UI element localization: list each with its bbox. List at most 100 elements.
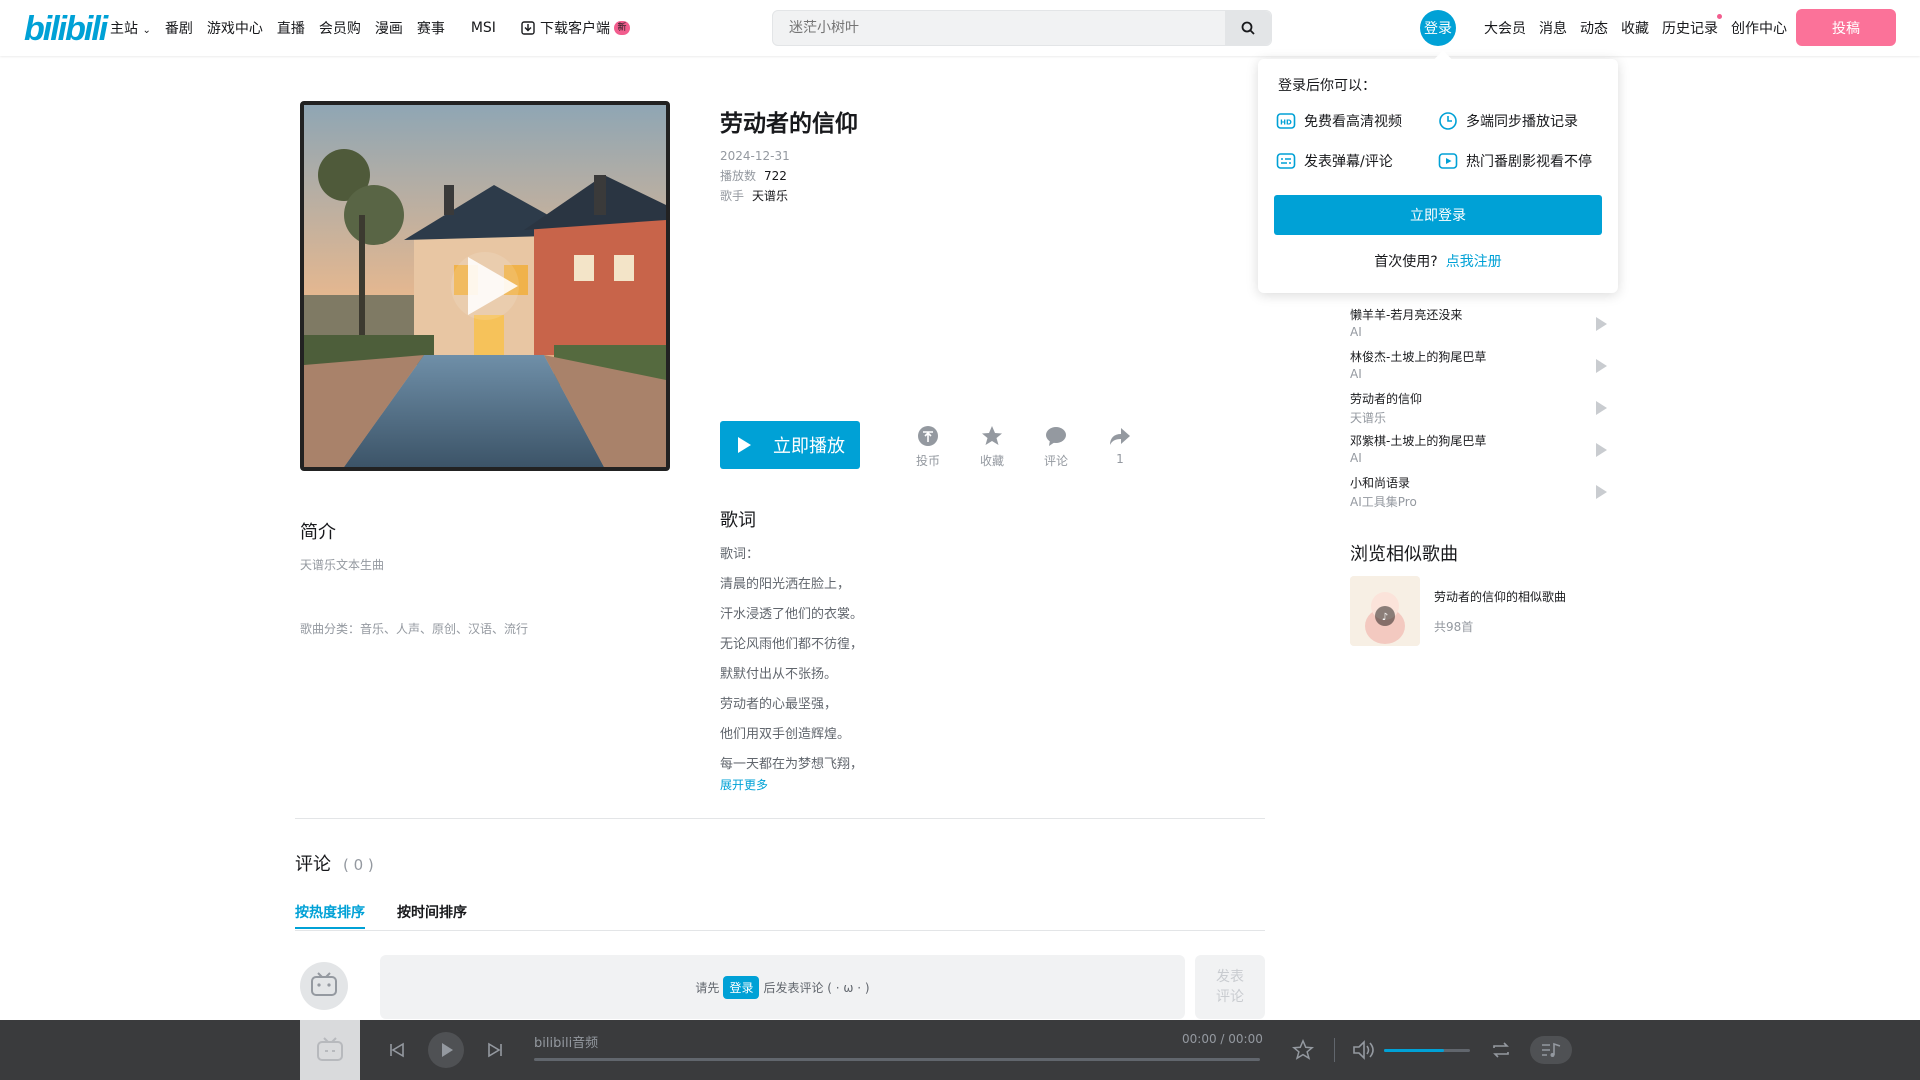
favorite-button[interactable]: 收藏 [960,424,1024,469]
nav-shop[interactable]: 会员购 [319,18,361,38]
comment-icon [1046,427,1066,446]
tab-sort-time[interactable]: 按时间排序 [397,902,467,922]
lyrics-block: 歌词： 清晨的阳光洒在脸上， 汗水浸透了他们的衣裳。 无论风雨他们都不彷徨， 默… [720,540,863,780]
nav-favorites[interactable]: 收藏 [1621,18,1649,38]
share-button[interactable]: 1 [1088,424,1152,469]
progress-bar[interactable] [534,1058,1260,1061]
popup-title: 登录后你可以： [1278,78,1376,94]
playlist-button[interactable] [1530,1020,1572,1080]
star-icon [982,426,1002,445]
next-button[interactable] [486,1020,504,1080]
volume-level [1384,1049,1445,1052]
similar-songs-count: 共98首 [1434,620,1474,634]
upload-button[interactable]: 投稿 [1796,9,1896,46]
cover-artwork [304,105,666,467]
intro-heading: 简介 [300,522,336,543]
register-row: 首次使用? 点我注册 [1374,254,1502,270]
nav-manga[interactable]: 漫画 [375,18,403,38]
nav-main-station[interactable]: 主站 ⌄ [110,18,151,38]
login-avatar[interactable]: 登录 [1420,10,1456,46]
player-thumbnail [300,1020,360,1080]
svg-text:HD: HD [1280,119,1292,127]
comments-heading: 评论( 0 ) [295,854,374,875]
comment-input-box[interactable]: 请先 登录 后发表评论 ( · ω · ) [380,955,1185,1019]
playlist: 懒羊羊-若月亮还没来 AI 林俊杰-土坡上的狗尾巴草 AI 劳动者的信仰 天谱乐 邓紫… [1350,306,1615,516]
comment-count: ( 0 ) [343,856,374,874]
volume-icon [1353,1040,1374,1060]
player-divider [1334,1038,1335,1062]
nav-live[interactable]: 直播 [277,18,305,38]
similar-songs-heading: 浏览相似歌曲 [1350,544,1458,565]
bilibili-logo[interactable]: bilibili [24,10,108,49]
loop-icon [1493,1042,1509,1058]
song-title: 劳动者的信仰 [720,111,858,137]
play-icon [428,1032,464,1068]
bottom-audio-player: bilibili音频 00:00 / 00:00 [0,1020,1920,1080]
feature-hd: HD 免费看高清视频 [1276,111,1402,131]
clock-icon [1439,112,1457,130]
nav-match[interactable]: 赛事 [417,18,445,38]
new-badge: 新 [613,21,630,35]
song-meta: 2024-12-31 播放数 722 歌手 天谱乐 [720,146,790,206]
avatar [300,962,348,1010]
play-icon[interactable] [1596,485,1607,499]
player-track-name: bilibili音频 [534,1036,599,1051]
search-button[interactable] [1225,11,1271,45]
tv-mascot-icon [317,1037,343,1061]
coin-icon [918,426,938,446]
volume-button[interactable] [1352,1020,1376,1080]
coin-button[interactable]: 投币 [896,424,960,469]
list-item[interactable]: 林俊杰-土坡上的狗尾巴草 AI [1350,348,1615,390]
singer-name[interactable]: 天谱乐 [752,189,788,203]
nav-creator-center[interactable]: 创作中心 [1731,18,1787,38]
post-comment-button[interactable]: 发表 评论 [1195,955,1265,1019]
play-count-row: 播放数 722 [720,169,787,183]
feature-shows: 热门番剧影视看不停 [1438,151,1592,171]
register-link[interactable]: 点我注册 [1446,254,1502,270]
similar-songs-name[interactable]: 劳动者的信仰的相似歌曲 [1434,588,1566,605]
feature-sync: 多端同步播放记录 [1438,111,1578,131]
nav-dynamic[interactable]: 动态 [1580,18,1608,38]
nav-messages[interactable]: 消息 [1539,18,1567,38]
list-item[interactable]: 劳动者的信仰 天谱乐 [1350,390,1615,432]
play-count: 722 [764,169,787,183]
player-favorite-button[interactable] [1292,1020,1314,1080]
volume-slider[interactable] [1384,1049,1470,1052]
play-now-button[interactable]: 立即播放 [720,421,860,469]
mascot-image: ♪ [1350,576,1420,646]
previous-button[interactable] [388,1020,406,1080]
comment-button[interactable]: 评论 [1024,424,1088,469]
previous-icon [390,1042,404,1058]
play-icon[interactable] [1596,443,1607,457]
play-pause-button[interactable] [428,1020,464,1080]
music-list-icon [1530,1036,1572,1064]
play-icon[interactable] [1596,317,1607,331]
login-now-button[interactable]: 立即登录 [1274,195,1602,235]
nav-msi[interactable]: MSI [471,20,496,36]
nav-vip[interactable]: 大会员 [1484,18,1526,38]
search-icon [1241,21,1255,35]
nav-game-center[interactable]: 游戏中心 [207,18,263,38]
right-nav: 大会员 消息 动态 收藏 历史记录 创作中心 [1484,0,1800,56]
star-outline-icon [1292,1039,1314,1060]
lyric-line: 劳动者的心最坚强， [720,697,838,712]
similar-thumbnail[interactable]: ♪ [1350,576,1420,646]
nav-history[interactable]: 历史记录 [1662,14,1722,38]
list-item[interactable]: 懒羊羊-若月亮还没来 AI [1350,306,1615,348]
song-cover[interactable] [300,101,670,471]
loop-button[interactable] [1490,1020,1512,1080]
player-time: 00:00 / 00:00 [1182,1032,1263,1046]
play-icon[interactable] [1596,401,1607,415]
expand-more-link[interactable]: 展开更多 [720,776,768,793]
download-client-link[interactable]: 下载客户端 新 [520,18,644,38]
comment-login-button[interactable]: 登录 [723,975,760,999]
tab-sort-hot[interactable]: 按热度排序 [295,902,365,922]
lyrics-heading: 歌词 [720,510,756,531]
play-icon[interactable] [1596,359,1607,373]
list-item[interactable]: 邓紫棋-土坡上的狗尾巴草 AI [1350,432,1615,474]
search-input[interactable] [773,11,1225,45]
list-item[interactable]: 小和尚语录 AI工具集Pro [1350,474,1615,516]
search-bar [772,10,1272,46]
intro-text: 天谱乐文本生曲 [300,558,385,572]
nav-anime[interactable]: 番剧 [165,18,193,38]
